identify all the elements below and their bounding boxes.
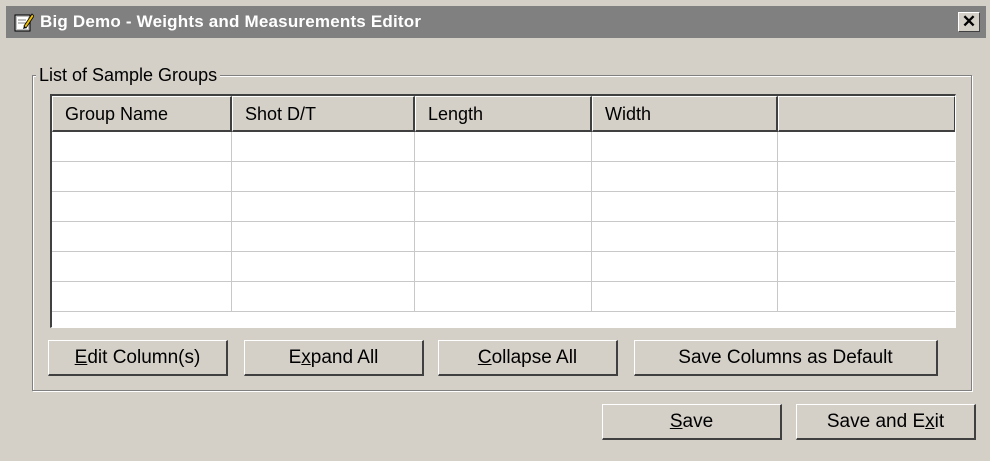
table-cell[interactable] <box>52 132 232 162</box>
table-cell[interactable] <box>592 252 778 282</box>
column-header-width[interactable]: Width <box>592 96 778 132</box>
editor-window: Big Demo - Weights and Measurements Edit… <box>0 0 990 461</box>
table-cell[interactable] <box>52 222 232 252</box>
table-cell[interactable] <box>415 162 592 192</box>
table-cell[interactable] <box>592 132 778 162</box>
save-and-exit-button[interactable]: Save and Exit <box>796 404 976 440</box>
collapse-all-button[interactable]: Collapse All <box>438 340 618 376</box>
button-mnemonic: C <box>477 346 492 368</box>
table-cell[interactable] <box>778 252 955 282</box>
table-cell[interactable] <box>778 192 955 222</box>
table-row[interactable] <box>52 282 955 312</box>
table-row[interactable] <box>52 192 955 222</box>
button-label: ave <box>682 410 714 432</box>
close-button[interactable]: ✕ <box>958 12 980 32</box>
column-header-blank[interactable] <box>778 96 955 132</box>
table-cell[interactable] <box>232 162 415 192</box>
table-cell[interactable] <box>52 282 232 312</box>
column-header-shot-dt[interactable]: Shot D/T <box>232 96 415 132</box>
table-cell[interactable] <box>52 192 232 222</box>
table-header: Group Name Shot D/T Length Width <box>52 96 955 132</box>
button-mnemonic: x <box>301 346 311 368</box>
table-cell[interactable] <box>778 132 955 162</box>
table-row[interactable] <box>52 162 955 192</box>
table-cell[interactable] <box>232 222 415 252</box>
table-cell[interactable] <box>232 282 415 312</box>
window-title: Big Demo - Weights and Measurements Edit… <box>40 12 422 31</box>
table-cell[interactable] <box>232 192 415 222</box>
button-mnemonic: E <box>74 346 88 368</box>
button-mnemonic: S <box>669 410 683 432</box>
table-row[interactable] <box>52 132 955 162</box>
groupbox-label: List of Sample Groups <box>36 65 221 86</box>
table-cell[interactable] <box>415 222 592 252</box>
table-cell[interactable] <box>778 222 955 252</box>
sample-groups-table[interactable]: Group Name Shot D/T Length Width <box>50 94 956 328</box>
save-columns-as-default-button[interactable]: Save Columns as Default <box>634 340 938 376</box>
table-cell[interactable] <box>415 282 592 312</box>
edit-columns-button[interactable]: Edit Column(s) <box>48 340 228 376</box>
button-label: pand All <box>310 346 379 368</box>
button-label: E <box>288 346 302 368</box>
column-header-group-name[interactable]: Group Name <box>52 96 232 132</box>
table-cell[interactable] <box>592 192 778 222</box>
table-cell[interactable] <box>592 282 778 312</box>
table-cell[interactable] <box>52 162 232 192</box>
table-cell[interactable] <box>415 192 592 222</box>
table-body <box>52 132 955 312</box>
table-cell[interactable] <box>232 132 415 162</box>
close-icon: ✕ <box>961 12 977 31</box>
table-cell[interactable] <box>415 132 592 162</box>
save-button[interactable]: Save <box>602 404 782 440</box>
button-label: it <box>934 410 945 432</box>
column-header-length[interactable]: Length <box>415 96 592 132</box>
table-cell[interactable] <box>415 252 592 282</box>
table-cell[interactable] <box>592 222 778 252</box>
title-bar[interactable]: Big Demo - Weights and Measurements Edit… <box>6 6 986 38</box>
table-cell[interactable] <box>52 252 232 282</box>
expand-all-button[interactable]: Expand All <box>244 340 424 376</box>
app-icon <box>14 12 35 32</box>
table-cell[interactable] <box>232 252 415 282</box>
button-label: ollapse All <box>491 346 578 368</box>
table-cell[interactable] <box>778 162 955 192</box>
table-cell[interactable] <box>592 162 778 192</box>
table-row[interactable] <box>52 252 955 282</box>
button-label: Save and E <box>826 410 926 432</box>
table-cell[interactable] <box>778 282 955 312</box>
button-label: dit Column(s) <box>87 346 201 368</box>
button-label: Save Columns as Default <box>678 346 893 368</box>
table-row[interactable] <box>52 222 955 252</box>
button-mnemonic: x <box>925 410 935 432</box>
